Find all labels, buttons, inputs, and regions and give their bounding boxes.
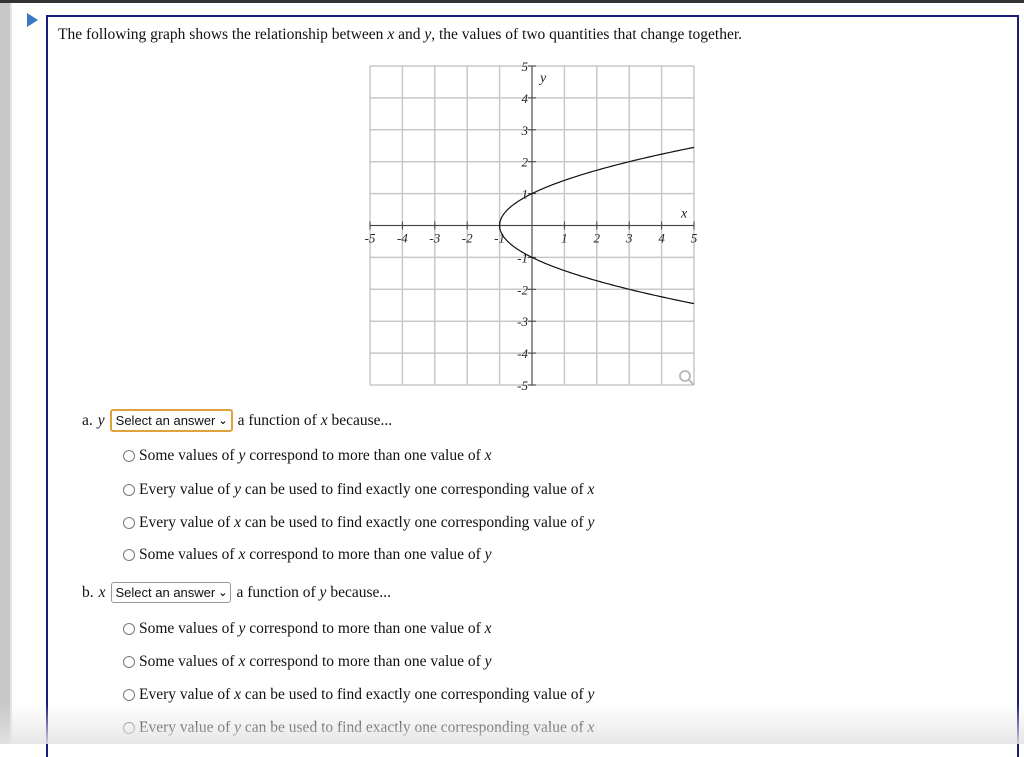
y-axis-label: y — [538, 71, 547, 86]
intro-text: , the values of two quantities that chan… — [431, 26, 743, 43]
play-arrow-icon[interactable] — [27, 13, 38, 27]
radio-button[interactable] — [123, 623, 135, 635]
part-a-question: a. y Select an answer ⌄ a function of x b… — [82, 409, 392, 432]
left-scroll-gutter — [0, 3, 10, 744]
select-label: Select an answer — [115, 585, 216, 600]
radio-button[interactable] — [123, 549, 135, 561]
part-b-label: b. — [82, 583, 94, 601]
part-a-var: y — [97, 411, 105, 429]
select-label: Select an answer — [115, 413, 216, 428]
x-tick-label: -5 — [365, 231, 376, 246]
radio-button[interactable] — [123, 484, 135, 496]
y-tick-label: 5 — [522, 59, 529, 74]
x-tick-label: 4 — [658, 231, 665, 246]
y-tick-label: -4 — [517, 346, 528, 361]
option-text: Every value of y can be used to find exa… — [139, 719, 595, 736]
option-text: Some values of x correspond to more than… — [139, 653, 492, 670]
x-tick-label: -3 — [429, 231, 440, 246]
x-tick-label: -1 — [494, 231, 505, 246]
x-tick-label: 3 — [625, 231, 633, 246]
radio-button[interactable] — [123, 722, 135, 734]
part-b-select[interactable]: Select an answer ⌄ — [110, 582, 232, 603]
part-b-option-1[interactable]: Some values of y correspond to more than… — [123, 620, 492, 638]
graph[interactable]: -5 -4 -3 -2 -1 1 2 3 4 554321-1-2-3-4-5xy — [362, 58, 702, 393]
option-text: Some values of y correspond to more than… — [139, 447, 492, 464]
option-text: Every value of y can be used to find exa… — [139, 481, 595, 498]
part-b-question: b. x Select an answer ⌄ a function of y b… — [82, 582, 391, 603]
option-text: Some values of y correspond to more than… — [139, 620, 492, 637]
part-a-select[interactable]: Select an answer ⌄ — [109, 409, 233, 432]
question-intro: The following graph shows the relationsh… — [58, 26, 742, 44]
option-text: Some values of x correspond to more than… — [139, 546, 492, 563]
x-tick-label: -2 — [462, 231, 473, 246]
y-tick-label: 2 — [522, 155, 529, 170]
y-tick-label: 4 — [522, 91, 529, 106]
x-tick-label: 2 — [594, 231, 601, 246]
part-b-option-2[interactable]: Some values of x correspond to more than… — [123, 653, 492, 671]
part-a-option-2[interactable]: Every value of y can be used to find exa… — [123, 481, 594, 499]
part-a-option-4[interactable]: Some values of x correspond to more than… — [123, 546, 492, 564]
y-tick-label: 3 — [521, 123, 529, 138]
radio-button[interactable] — [123, 656, 135, 668]
magnify-icon[interactable] — [679, 370, 695, 386]
part-a-suffix: a function of x because... — [237, 411, 393, 429]
part-a-label: a. — [82, 411, 93, 429]
x-axis-label: x — [680, 207, 688, 222]
part-a-option-1[interactable]: Some values of y correspond to more than… — [123, 447, 492, 465]
y-tick-label: -2 — [517, 282, 528, 297]
option-text: Every value of x can be used to find exa… — [139, 514, 595, 531]
y-tick-label: -3 — [517, 314, 528, 329]
part-b-option-4[interactable]: Every value of y can be used to find exa… — [123, 719, 594, 737]
left-gutter-edge — [10, 3, 12, 744]
part-b-option-3[interactable]: Every value of x can be used to find exa… — [123, 686, 594, 704]
chevron-down-icon: ⌄ — [218, 587, 228, 599]
part-b-var: x — [98, 583, 106, 601]
radio-button[interactable] — [123, 689, 135, 701]
intro-text: The following graph shows the relationsh… — [58, 26, 388, 43]
option-text: Every value of x can be used to find exa… — [139, 686, 595, 703]
part-b-suffix: a function of y because... — [236, 583, 391, 601]
radio-button[interactable] — [123, 450, 135, 462]
x-tick-label: 5 — [691, 231, 698, 246]
chevron-down-icon: ⌄ — [218, 415, 228, 427]
part-a-option-3[interactable]: Every value of x can be used to find exa… — [123, 514, 594, 532]
intro-text: and — [394, 26, 425, 43]
window-top-bar — [0, 0, 1024, 3]
x-tick-label: -4 — [397, 231, 408, 246]
radio-button[interactable] — [123, 517, 135, 529]
x-tick-label: 1 — [561, 231, 568, 246]
y-tick-label: -5 — [517, 378, 528, 393]
